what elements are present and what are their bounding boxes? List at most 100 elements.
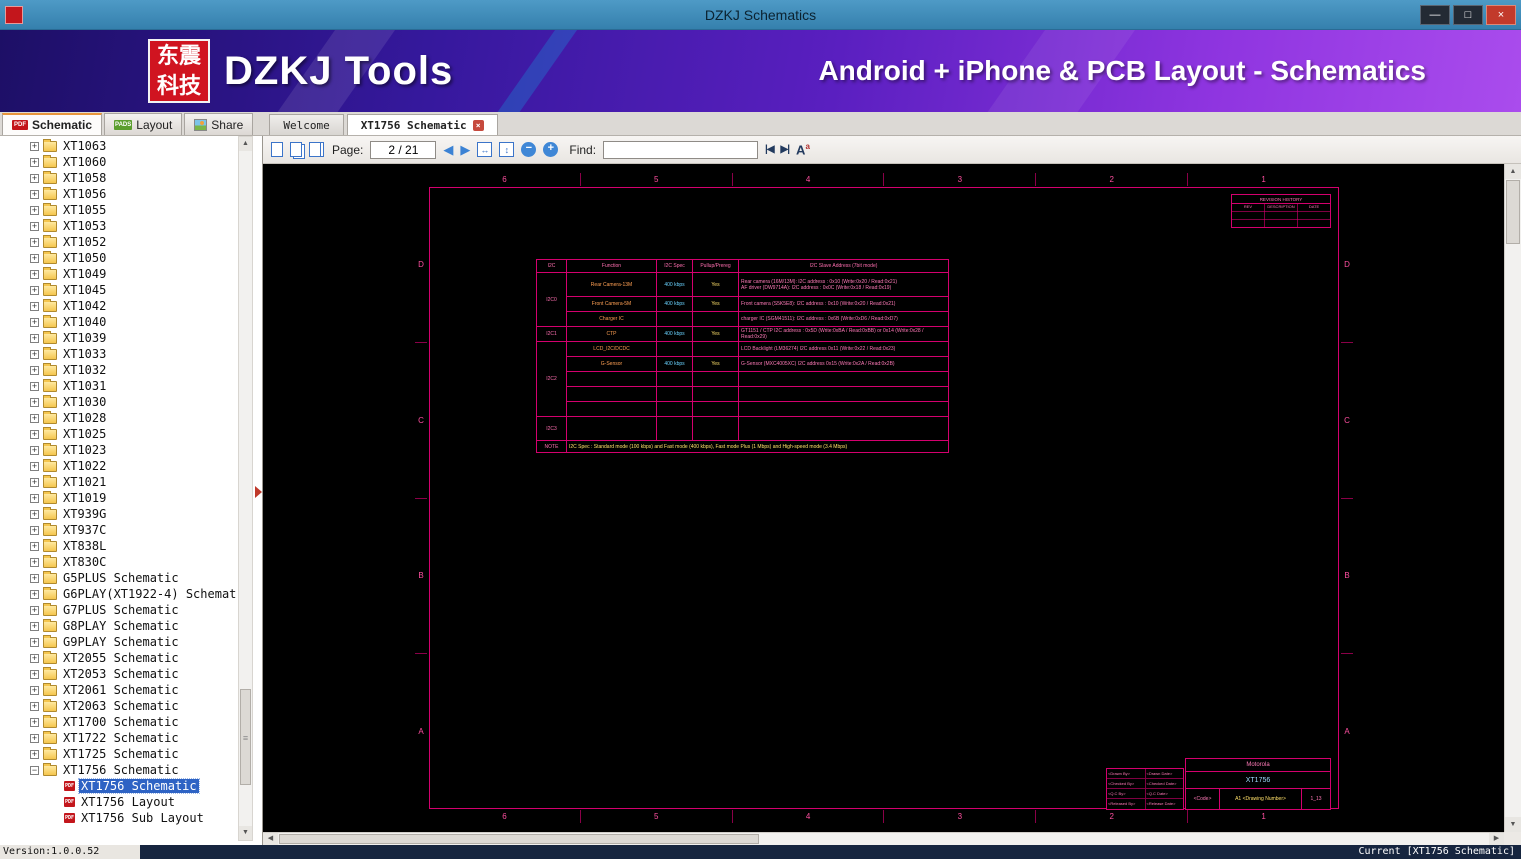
tree-item-folder[interactable]: + XT937C	[0, 522, 236, 538]
single-page-icon[interactable]	[271, 142, 283, 157]
scroll-down-icon[interactable]: ▼	[239, 826, 252, 840]
tree-item-folder[interactable]: + XT1022	[0, 458, 236, 474]
tree-item-folder[interactable]: − XT1756 Schematic	[0, 762, 236, 778]
expand-icon[interactable]: +	[30, 637, 39, 647]
expand-icon[interactable]: +	[30, 717, 39, 727]
tree-item-folder[interactable]: + XT830C	[0, 554, 236, 570]
tree-item-document[interactable]: PDF XT1756 Layout	[0, 794, 236, 810]
expand-icon[interactable]: +	[30, 445, 39, 455]
expand-icon[interactable]: +	[30, 397, 39, 407]
expand-icon[interactable]: +	[30, 589, 39, 599]
expand-icon[interactable]: +	[30, 301, 39, 311]
tree-item-folder[interactable]: + XT1023	[0, 442, 236, 458]
doc-tab-xt1756-schematic[interactable]: XT1756 Schematic ×	[346, 114, 498, 135]
find-next-icon[interactable]: ▶|	[781, 144, 790, 155]
tree-item-folder[interactable]: + XT1045	[0, 282, 236, 298]
tree-item-folder[interactable]: + XT1052	[0, 234, 236, 250]
tab-share[interactable]: Share	[184, 113, 254, 135]
expand-icon[interactable]: +	[30, 141, 39, 151]
tree-item-folder[interactable]: + XT1055	[0, 202, 236, 218]
tree-item-folder[interactable]: + XT1053	[0, 218, 236, 234]
tree-item-folder[interactable]: + XT1030	[0, 394, 236, 410]
scroll-up-icon[interactable]: ▲	[239, 137, 252, 151]
expand-icon[interactable]: +	[30, 669, 39, 679]
expand-icon[interactable]: +	[30, 157, 39, 167]
tree-item-folder[interactable]: + XT838L	[0, 538, 236, 554]
find-previous-icon[interactable]: |◀	[765, 144, 774, 155]
tree-item-folder[interactable]: + XT1056	[0, 186, 236, 202]
expand-icon[interactable]: +	[30, 733, 39, 743]
expand-icon[interactable]: +	[30, 461, 39, 471]
expand-icon[interactable]: +	[30, 493, 39, 503]
expand-icon[interactable]: +	[30, 429, 39, 439]
tree-item-folder[interactable]: + G5PLUS Schematic	[0, 570, 236, 586]
find-input[interactable]	[603, 140, 759, 159]
schematic-viewer[interactable]: 654321 654321 DCBA DCBA I2C Function I2C S…	[263, 164, 1504, 832]
expand-icon[interactable]: +	[30, 477, 39, 487]
previous-page-icon[interactable]: ◀	[443, 143, 453, 156]
tree-item-folder[interactable]: + XT2055 Schematic	[0, 650, 236, 666]
tree-item-folder[interactable]: + G8PLAY Schematic	[0, 618, 236, 634]
tree-item-folder[interactable]: + XT1019	[0, 490, 236, 506]
expand-icon[interactable]: +	[30, 557, 39, 567]
expand-icon[interactable]: +	[30, 221, 39, 231]
scroll-up-icon[interactable]: ▲	[1505, 164, 1521, 179]
expand-icon[interactable]: +	[30, 605, 39, 615]
expand-icon[interactable]: +	[30, 685, 39, 695]
expand-icon[interactable]: +	[30, 189, 39, 199]
tree-item-folder[interactable]: + XT1063	[0, 138, 236, 154]
vertical-scrollbar[interactable]: ▲ ▼	[1504, 164, 1521, 832]
next-page-icon[interactable]: ▶	[460, 143, 470, 156]
expand-icon[interactable]: +	[30, 269, 39, 279]
tree-item-folder[interactable]: + XT939G	[0, 506, 236, 522]
maximize-icon[interactable]: □	[1453, 4, 1483, 25]
tree-item-folder[interactable]: + XT1021	[0, 474, 236, 490]
expand-icon[interactable]: +	[30, 701, 39, 711]
minimize-icon[interactable]: —	[1420, 4, 1450, 25]
facing-pages-icon[interactable]	[290, 142, 302, 157]
expand-icon[interactable]: +	[30, 653, 39, 663]
page-input[interactable]	[370, 140, 437, 159]
tree-item-folder[interactable]: + XT1032	[0, 362, 236, 378]
expand-icon[interactable]: +	[30, 413, 39, 423]
close-icon[interactable]: ×	[1486, 4, 1516, 25]
tree-item-document[interactable]: PDF XT1756 Sub Layout	[0, 810, 236, 826]
doc-tab-welcome[interactable]: Welcome	[269, 114, 344, 135]
expand-icon[interactable]: +	[30, 381, 39, 391]
tree-item-document[interactable]: PDF XT1756 Schematic	[0, 778, 236, 794]
expand-icon[interactable]: +	[30, 317, 39, 327]
splitter-collapse-icon[interactable]	[255, 486, 262, 498]
tree-item-folder[interactable]: + XT1033	[0, 346, 236, 362]
tab-schematic[interactable]: PDF Schematic	[2, 113, 103, 135]
tree-item-folder[interactable]: + XT1700 Schematic	[0, 714, 236, 730]
collapse-icon[interactable]: −	[30, 765, 39, 775]
fit-page-icon[interactable]: ↕	[499, 142, 515, 157]
tree-item-folder[interactable]: + XT1722 Schematic	[0, 730, 236, 746]
horizontal-scrollbar[interactable]: ◀ ▶	[263, 832, 1504, 845]
expand-icon[interactable]: +	[30, 253, 39, 263]
expand-icon[interactable]: +	[30, 285, 39, 295]
tree-item-folder[interactable]: + XT1028	[0, 410, 236, 426]
expand-icon[interactable]: +	[30, 621, 39, 631]
scrollbar-thumb[interactable]	[279, 834, 759, 844]
tree-item-folder[interactable]: + G7PLUS Schematic	[0, 602, 236, 618]
tree-item-folder[interactable]: + XT1060	[0, 154, 236, 170]
tree-item-folder[interactable]: + XT1039	[0, 330, 236, 346]
tab-layout[interactable]: PADS Layout	[104, 113, 183, 135]
close-tab-icon[interactable]: ×	[472, 119, 484, 131]
scrollbar-thumb[interactable]: ≡	[240, 689, 251, 785]
tree-item-folder[interactable]: + XT1049	[0, 266, 236, 282]
tree-item-folder[interactable]: + XT2063 Schematic	[0, 698, 236, 714]
expand-icon[interactable]: +	[30, 333, 39, 343]
tree-item-folder[interactable]: + XT1040	[0, 314, 236, 330]
tree-item-folder[interactable]: + XT1725 Schematic	[0, 746, 236, 762]
tree-item-folder[interactable]: + XT2061 Schematic	[0, 682, 236, 698]
tree-item-folder[interactable]: + G9PLAY Schematic	[0, 634, 236, 650]
tree-item-folder[interactable]: + XT1025	[0, 426, 236, 442]
tree-item-folder[interactable]: + XT1042	[0, 298, 236, 314]
sidebar-scrollbar[interactable]: ▲ ≡ ▼	[238, 136, 253, 841]
tree-item-folder[interactable]: + XT1050	[0, 250, 236, 266]
expand-icon[interactable]: +	[30, 205, 39, 215]
scroll-left-icon[interactable]: ◀	[263, 833, 278, 845]
zoom-in-icon[interactable]: +	[543, 142, 559, 157]
